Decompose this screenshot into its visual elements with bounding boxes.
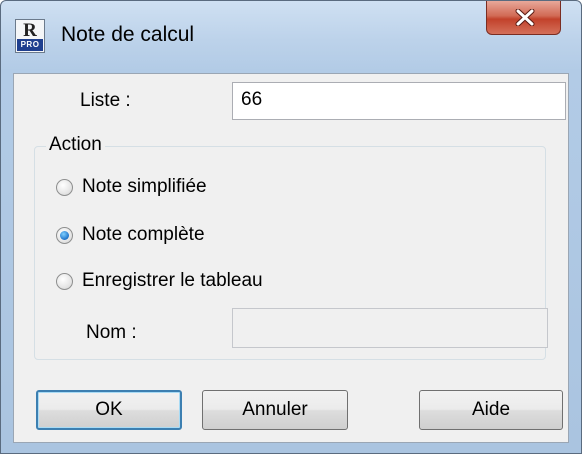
radio-button-selected[interactable] — [56, 227, 73, 244]
radio-button[interactable] — [56, 273, 73, 290]
ok-button[interactable]: OK — [36, 390, 182, 430]
app-icon[interactable]: R PRO — [15, 19, 45, 53]
liste-label: Liste : — [80, 90, 131, 111]
aide-button[interactable]: Aide — [419, 390, 563, 430]
action-group-label: Action — [46, 134, 105, 156]
nom-input[interactable] — [232, 308, 548, 348]
app-icon-badge: PRO — [17, 39, 43, 51]
liste-input[interactable]: 66 — [232, 82, 566, 120]
close-button[interactable] — [486, 1, 561, 35]
nom-label: Nom : — [86, 322, 137, 343]
dialog-client-area: Liste : 66 Action Note simplifiée Note c… — [13, 73, 569, 443]
dialog-window: R PRO Note de calcul Liste : 66 Action N… — [0, 0, 582, 454]
radio-label: Enregistrer le tableau — [82, 270, 263, 291]
annuler-button[interactable]: Annuler — [202, 390, 348, 430]
app-icon-letter: R — [23, 20, 37, 41]
close-icon — [515, 9, 535, 26]
radio-label: Note simplifiée — [82, 176, 207, 197]
title-bar[interactable]: R PRO Note de calcul — [1, 1, 581, 73]
radio-button[interactable] — [56, 179, 73, 196]
radio-dot — [60, 231, 69, 240]
window-title: Note de calcul — [61, 23, 195, 46]
radio-label: Note complète — [82, 224, 205, 245]
